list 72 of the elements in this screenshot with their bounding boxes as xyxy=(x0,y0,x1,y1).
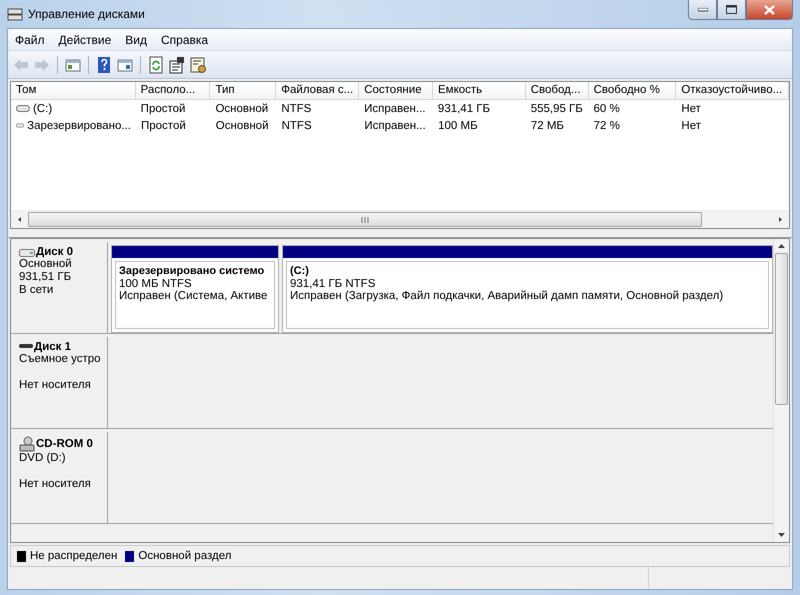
table-cell: 931,41 ГБ xyxy=(438,102,490,114)
table-cell: Нет xyxy=(681,120,701,132)
close-icon xyxy=(764,4,775,14)
menu-item[interactable]: Действие xyxy=(52,32,118,46)
table-cell: 72 МБ xyxy=(530,120,564,132)
horizontal-scrollbar[interactable] xyxy=(11,210,789,228)
legend-label: Не распределен xyxy=(30,550,118,562)
minimize-button[interactable] xyxy=(688,0,717,20)
column-header[interactable]: Располо... xyxy=(136,82,210,100)
table-cell: Основной xyxy=(215,102,268,114)
table-cell: 72 % xyxy=(594,120,620,132)
table-cell: NTFS xyxy=(281,102,312,114)
menu-item[interactable]: Файл xyxy=(8,32,52,46)
disk-label-panel[interactable]: Диск 0 Основной 931,51 ГБ В сети xyxy=(11,242,108,334)
disk-status: Нет носителя xyxy=(19,379,92,392)
window-title: Управление дисками xyxy=(28,7,145,21)
table-cell: Простой xyxy=(140,102,186,114)
app-icon xyxy=(7,7,23,21)
legend-label: Основной раздел xyxy=(138,550,232,562)
table-cell: Простой xyxy=(141,120,186,132)
table-cell: NTFS xyxy=(282,120,312,132)
maximize-button[interactable] xyxy=(717,0,746,20)
table-cell: Исправен... xyxy=(364,120,426,132)
menu-item[interactable]: Справка xyxy=(154,32,216,46)
partition-title: Зарезервировано системо xyxy=(119,264,266,278)
table-cell: 100 МБ xyxy=(438,120,478,132)
column-header[interactable]: Тип xyxy=(210,82,276,100)
maximize-icon xyxy=(726,5,737,14)
vertical-scrollbar[interactable] xyxy=(773,239,789,542)
cd-drive-icon xyxy=(19,436,35,452)
column-header[interactable]: Емкость xyxy=(433,82,526,100)
partition-size: 100 МБ NTFS xyxy=(119,278,193,290)
column-header[interactable]: Свободно % xyxy=(588,82,676,100)
partition-status: Исправен (Загрузка, Файл подкачки, Аварийный дамп памяти, Основной раздел) xyxy=(290,290,724,302)
grip-icon xyxy=(361,216,369,222)
partition-block[interactable]: Зарезервировано системо 100 МБ NTFS Исправен (Система, Активе xyxy=(111,245,279,333)
disk-status: Нет носителя xyxy=(19,478,92,491)
disk-name: Диск 1 xyxy=(34,341,72,353)
drive-icon xyxy=(16,104,30,113)
column-header[interactable]: Файловая с... xyxy=(276,82,360,100)
disk-info: DVD (D:) xyxy=(19,452,67,465)
hard-drive-icon xyxy=(19,246,35,258)
disk-info: 931,51 ГБ xyxy=(19,271,72,284)
disk-label-panel[interactable]: CD-ROM 0 DVD (D:) Нет носителя xyxy=(11,432,108,524)
minimize-icon xyxy=(698,8,708,12)
disk-label-panel[interactable]: Диск 1 Съемное устро Нет носителя xyxy=(11,337,108,429)
column-header[interactable]: Состояние xyxy=(359,82,433,100)
column-header[interactable]: Том xyxy=(11,82,136,100)
table-cell: 60 % xyxy=(594,102,620,114)
table-cell: Основной xyxy=(216,120,269,132)
close-button[interactable] xyxy=(746,0,793,20)
partition-status: Исправен (Система, Активе xyxy=(119,290,268,302)
disk-name: Диск 0 xyxy=(36,246,74,258)
table-cell: (C:) xyxy=(33,102,52,114)
table-cell: Нет xyxy=(681,102,701,114)
menu-item[interactable]: Вид xyxy=(118,32,154,46)
table-cell: 555,95 ГБ xyxy=(530,102,583,114)
gear-document-icon[interactable] xyxy=(189,56,207,74)
disk-info: Основной xyxy=(19,258,73,271)
column-header[interactable]: Отказоустойчиво... xyxy=(676,82,789,100)
partition-title: (C:) xyxy=(290,264,310,278)
partition-block[interactable]: (C:) 931,41 ГБ NTFS Исправен (Загрузка, Файл подкачки, Аварийный дамп памяти, Основной раздел) xyxy=(282,245,773,333)
document-icon[interactable] xyxy=(168,56,186,74)
table-cell: Исправен... xyxy=(364,102,426,114)
disk-status: В сети xyxy=(19,284,54,297)
disk-info: Съемное устро xyxy=(19,353,99,366)
column-header[interactable]: Свобод... xyxy=(526,82,589,100)
refresh-icon[interactable] xyxy=(147,56,165,74)
table-cell: Зарезервировано... xyxy=(27,120,131,132)
help-icon[interactable] xyxy=(95,56,113,74)
disk-name: CD-ROM 0 xyxy=(36,438,93,450)
partition-size: 931,41 ГБ NTFS xyxy=(290,278,376,290)
